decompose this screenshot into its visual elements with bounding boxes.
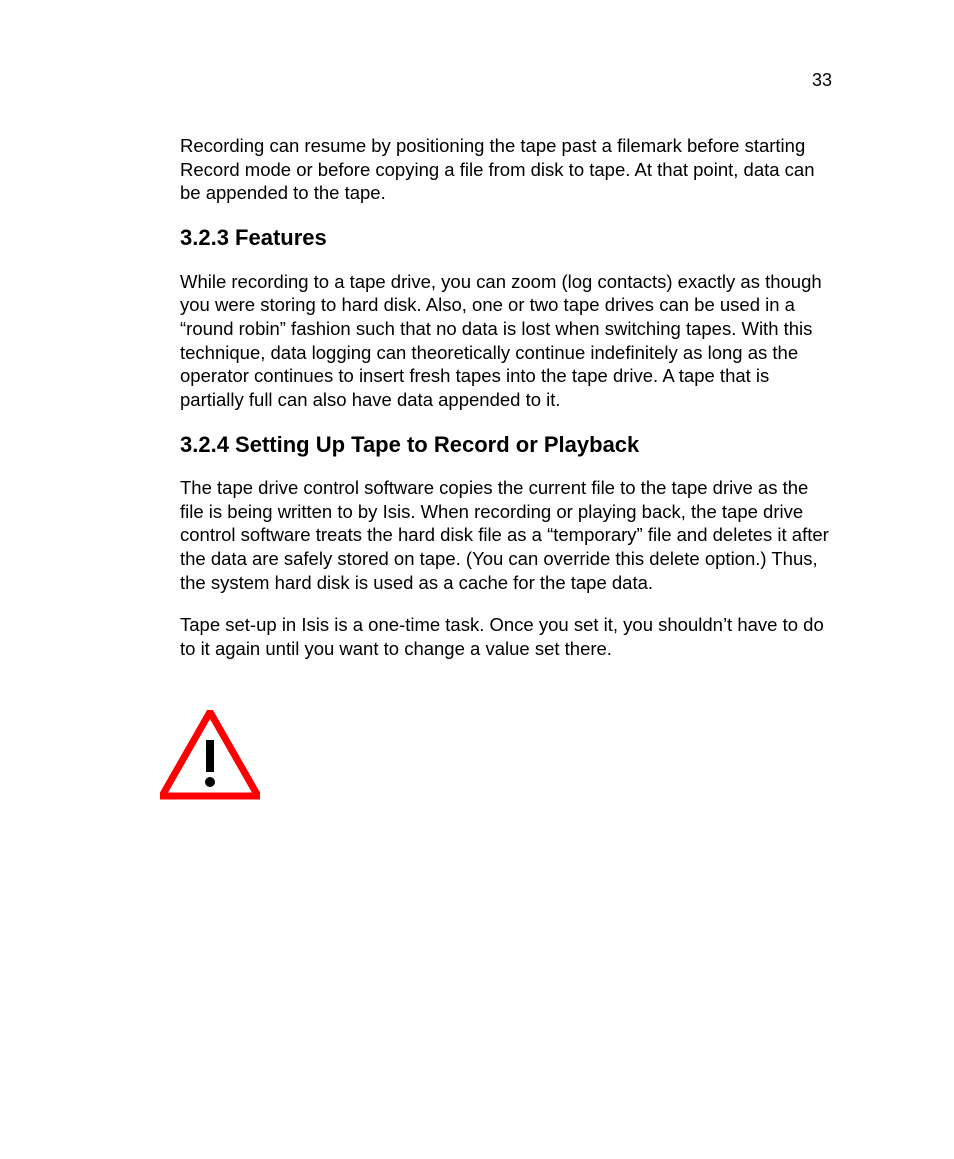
warning-triangle-icon [160,710,834,805]
document-page: 33 Recording can resume by positioning t… [0,0,954,1159]
section-paragraph: The tape drive control software copies t… [180,476,834,594]
page-number: 33 [812,70,832,91]
section-heading-setup-tape: 3.2.4 Setting Up Tape to Record or Playb… [180,432,834,458]
intro-paragraph: Recording can resume by positioning the … [180,134,834,205]
section-heading-features: 3.2.3 Features [180,225,834,251]
section-paragraph: Tape set-up in Isis is a one-time task. … [180,613,834,660]
page-content: Recording can resume by positioning the … [180,134,834,805]
section-paragraph: While recording to a tape drive, you can… [180,270,834,412]
